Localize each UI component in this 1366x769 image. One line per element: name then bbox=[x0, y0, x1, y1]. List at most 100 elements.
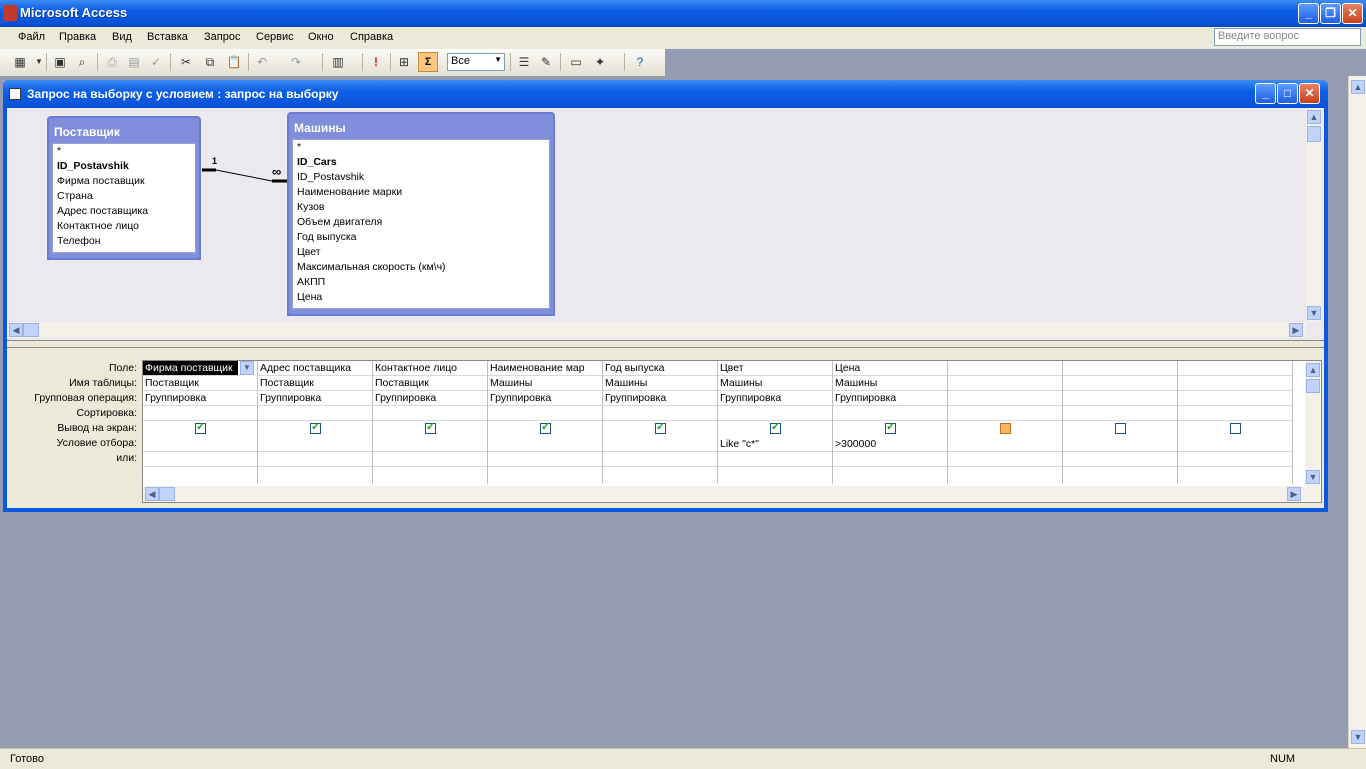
criteria-cell[interactable] bbox=[948, 437, 1062, 452]
field-cell[interactable]: Контактное лицо bbox=[373, 361, 487, 376]
or-cell[interactable] bbox=[603, 452, 717, 467]
table-cell[interactable]: Поставщик bbox=[143, 376, 257, 391]
child-minimize-button[interactable]: _ bbox=[1255, 83, 1276, 104]
criteria-cell[interactable] bbox=[603, 437, 717, 452]
menu-edit[interactable]: Правка bbox=[59, 31, 96, 43]
properties-icon[interactable]: ☰ bbox=[516, 54, 532, 70]
sort-cell[interactable] bbox=[603, 406, 717, 421]
criteria-cell[interactable]: >300000 bbox=[833, 437, 947, 452]
group-by-cell[interactable]: Группировка bbox=[258, 391, 372, 406]
new-object-icon[interactable]: ✦ bbox=[592, 54, 608, 70]
field-item[interactable]: * bbox=[53, 144, 195, 159]
field-item[interactable]: * bbox=[293, 140, 549, 155]
show-checkbox[interactable] bbox=[1230, 423, 1241, 434]
workspace-vertical-scrollbar[interactable]: ▲ ▼ bbox=[1348, 76, 1366, 748]
group-by-cell[interactable] bbox=[1063, 391, 1177, 406]
table-cell[interactable]: Машины bbox=[603, 376, 717, 391]
show-checkbox[interactable] bbox=[425, 420, 436, 434]
sort-cell[interactable] bbox=[948, 406, 1062, 421]
group-by-cell[interactable]: Группировка bbox=[143, 391, 257, 406]
criteria-cell[interactable] bbox=[1063, 437, 1177, 452]
field-item[interactable]: Фирма поставщик bbox=[53, 174, 195, 189]
table-mashiny[interactable]: Машины * ID_Cars ID_Postavshik Наименова… bbox=[287, 112, 555, 316]
or-cell[interactable] bbox=[143, 452, 257, 467]
criteria-cell[interactable] bbox=[143, 437, 257, 452]
grid-vertical-scrollbar[interactable]: ▲ ▼ bbox=[1305, 361, 1321, 486]
group-by-cell[interactable] bbox=[948, 391, 1062, 406]
table-postavshik[interactable]: Поставщик * ID_Postavshik Фирма поставщи… bbox=[47, 116, 201, 260]
group-by-cell[interactable] bbox=[1178, 391, 1292, 406]
sort-cell[interactable] bbox=[833, 406, 947, 421]
table-cell[interactable] bbox=[948, 376, 1062, 391]
field-cell[interactable]: Адрес поставщика bbox=[258, 361, 372, 376]
maximize-button[interactable]: ❐ bbox=[1320, 3, 1341, 24]
criteria-cell[interactable]: Like "c*" bbox=[718, 437, 832, 452]
field-item[interactable]: Объем двигателя bbox=[293, 215, 549, 230]
group-by-cell[interactable]: Группировка bbox=[833, 391, 947, 406]
show-checkbox[interactable] bbox=[195, 420, 206, 434]
or-cell[interactable] bbox=[833, 452, 947, 467]
field-item[interactable]: АКПП bbox=[293, 275, 549, 290]
criteria-cell[interactable] bbox=[1178, 437, 1292, 452]
help-search-input[interactable]: Введите вопрос bbox=[1214, 28, 1361, 46]
child-maximize-button[interactable]: □ bbox=[1277, 83, 1298, 104]
table-pane-horizontal-scrollbar[interactable]: ◀ ▶ bbox=[7, 322, 1306, 338]
show-checkbox[interactable] bbox=[1115, 423, 1126, 434]
redo-icon[interactable]: ↷ bbox=[288, 54, 304, 70]
field-cell[interactable]: Наименование мар bbox=[488, 361, 602, 376]
table-cell[interactable]: Машины bbox=[718, 376, 832, 391]
field-cell[interactable]: Цвет bbox=[718, 361, 832, 376]
menu-file[interactable]: Файл bbox=[18, 31, 45, 43]
menu-insert[interactable]: Вставка bbox=[147, 31, 188, 43]
field-item[interactable]: Кузов bbox=[293, 200, 549, 215]
field-item[interactable]: Адрес поставщика bbox=[53, 204, 195, 219]
or-cell[interactable] bbox=[1178, 452, 1292, 467]
top-values-combo[interactable]: Все ▼ bbox=[447, 53, 505, 71]
print-icon[interactable]: ⎙ bbox=[104, 54, 120, 70]
minimize-button[interactable]: _ bbox=[1298, 3, 1319, 24]
table-cell[interactable]: Поставщик bbox=[373, 376, 487, 391]
show-checkbox[interactable] bbox=[885, 420, 896, 434]
pane-splitter[interactable] bbox=[7, 340, 1324, 348]
show-checkbox[interactable] bbox=[770, 420, 781, 434]
field-item[interactable]: Максимальная скорость (км\ч) bbox=[293, 260, 549, 275]
search-icon[interactable]: ⌕ bbox=[74, 54, 90, 70]
field-item[interactable]: Цвет bbox=[293, 245, 549, 260]
group-by-cell[interactable]: Группировка bbox=[603, 391, 717, 406]
group-by-cell[interactable]: Группировка bbox=[373, 391, 487, 406]
field-item[interactable]: ID_Postavshik bbox=[293, 170, 549, 185]
field-item[interactable]: ID_Cars bbox=[293, 155, 549, 170]
menu-help[interactable]: Справка bbox=[350, 31, 393, 43]
criteria-cell[interactable] bbox=[373, 437, 487, 452]
table-cell[interactable]: Машины bbox=[488, 376, 602, 391]
menu-view[interactable]: Вид bbox=[112, 31, 132, 43]
criteria-cell[interactable] bbox=[258, 437, 372, 452]
table-cell[interactable] bbox=[1178, 376, 1292, 391]
save-icon[interactable]: ▣ bbox=[52, 54, 68, 70]
sort-cell[interactable] bbox=[488, 406, 602, 421]
or-cell[interactable] bbox=[1063, 452, 1177, 467]
field-item[interactable]: Наименование марки bbox=[293, 185, 549, 200]
view-icon[interactable]: ▦ bbox=[12, 54, 28, 70]
table-cell[interactable]: Поставщик bbox=[258, 376, 372, 391]
field-item[interactable]: Цена bbox=[293, 290, 549, 305]
close-button[interactable]: ✕ bbox=[1342, 3, 1363, 24]
field-item[interactable]: Телефон bbox=[53, 234, 195, 249]
run-icon[interactable]: ! bbox=[368, 54, 384, 70]
spelling-icon[interactable]: ✓ bbox=[148, 54, 164, 70]
or-cell[interactable] bbox=[373, 452, 487, 467]
sort-cell[interactable] bbox=[373, 406, 487, 421]
field-cell[interactable]: Цена bbox=[833, 361, 947, 376]
dropdown-arrow-icon[interactable]: ▼ bbox=[31, 54, 47, 70]
menu-query[interactable]: Запрос bbox=[204, 31, 240, 43]
field-cell[interactable] bbox=[948, 361, 1062, 376]
field-cell[interactable] bbox=[1178, 361, 1292, 376]
cut-icon[interactable]: ✂ bbox=[178, 54, 194, 70]
sort-cell[interactable] bbox=[1063, 406, 1177, 421]
field-cell[interactable]: Фирма поставщик bbox=[143, 361, 238, 376]
or-cell[interactable] bbox=[718, 452, 832, 467]
sort-cell[interactable] bbox=[143, 406, 257, 421]
copy-icon[interactable]: ⧉ bbox=[202, 54, 218, 70]
field-cell[interactable] bbox=[1063, 361, 1177, 376]
sort-cell[interactable] bbox=[258, 406, 372, 421]
